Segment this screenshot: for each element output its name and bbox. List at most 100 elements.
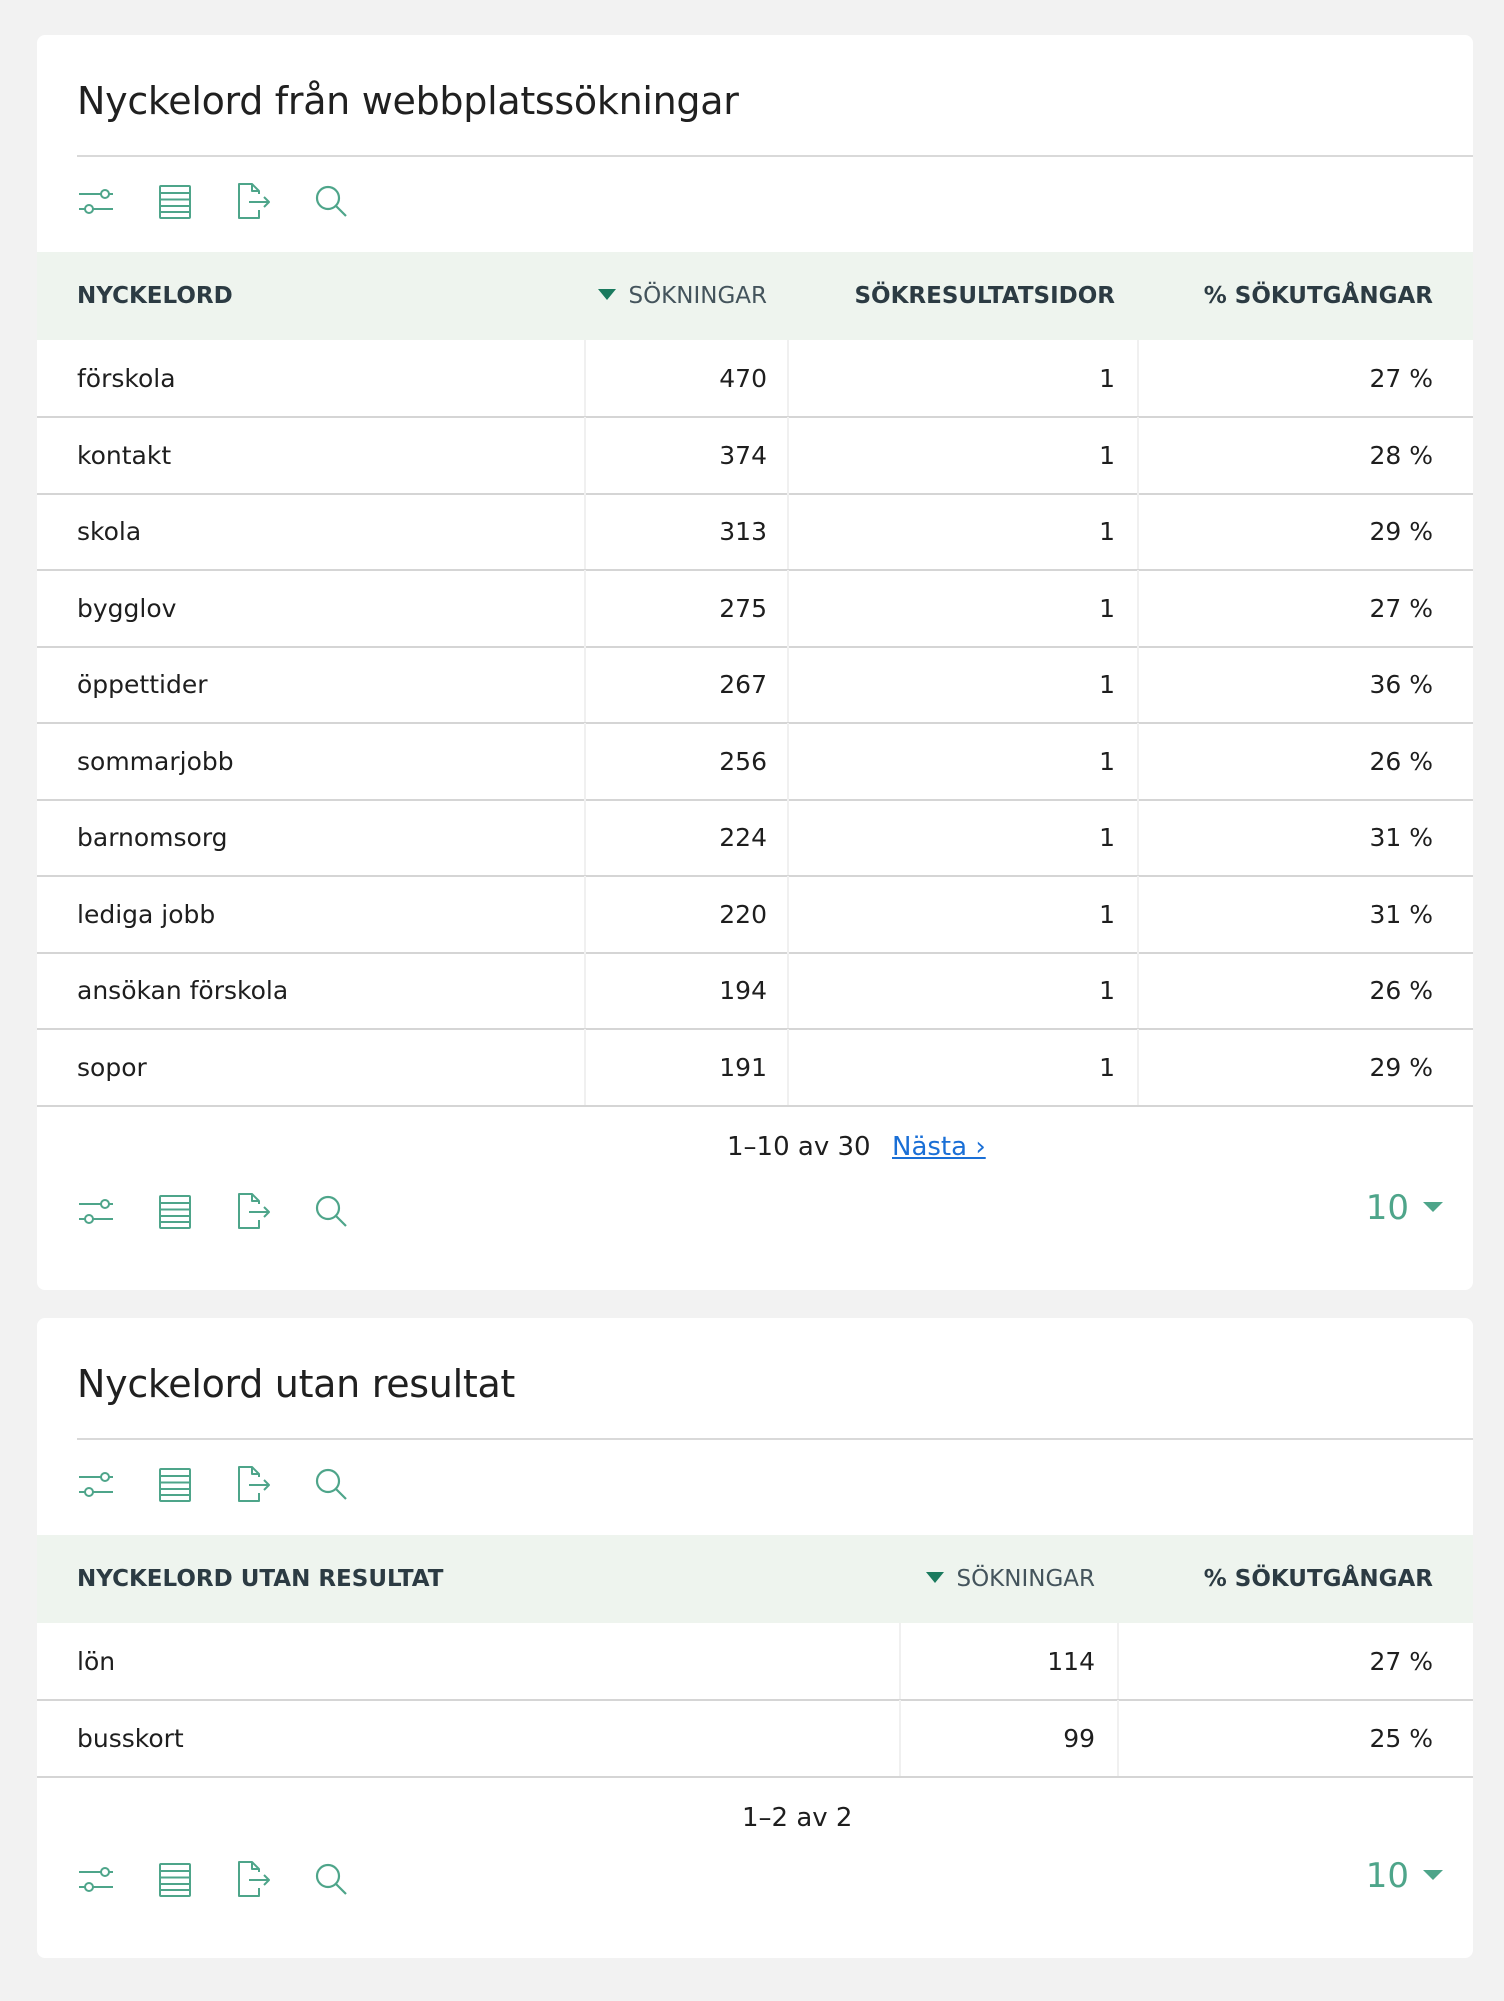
- cell-exit-rate: 29 %: [1369, 517, 1433, 546]
- table-row: sommarjobb 256 1 26 %: [37, 722, 1473, 801]
- column-separator: [1137, 875, 1139, 952]
- table-view-icon[interactable]: [153, 1463, 197, 1507]
- cell-keyword: lön: [77, 1647, 116, 1676]
- rows-per-page-select[interactable]: 10: [1366, 1188, 1443, 1228]
- panel-title: Nyckelord utan resultat: [77, 1362, 516, 1406]
- cell-keyword: busskort: [77, 1723, 184, 1753]
- cell-keyword: ansökan förskola: [77, 976, 289, 1005]
- rows-per-page-value: 10: [1365, 1188, 1409, 1228]
- column-separator: [1137, 646, 1139, 722]
- column-separator: [584, 340, 586, 416]
- column-separator: [584, 569, 586, 646]
- cell-result-pages: 1: [1099, 593, 1115, 623]
- cell-result-pages: 1: [1099, 746, 1115, 776]
- cell-searches: 220: [719, 899, 767, 929]
- column-header-searches[interactable]: SÖKNINGAR: [598, 252, 767, 340]
- table-row: kontakt 374 1 28 %: [37, 416, 1473, 495]
- cell-searches: 374: [719, 440, 767, 470]
- cell-searches: 194: [719, 976, 767, 1005]
- cell-result-pages: 1: [1099, 899, 1115, 929]
- column-separator: [787, 646, 789, 722]
- export-icon[interactable]: [231, 1858, 275, 1902]
- pagination-info: 1–10 av 30: [727, 1132, 871, 1162]
- table-row: bygglov 275 1 27 %: [37, 569, 1473, 648]
- table-row: ansökan förskola 194 1 26 %: [37, 952, 1473, 1030]
- cell-searches: 470: [719, 364, 767, 393]
- bottom-toolbar: [75, 1190, 387, 1234]
- column-separator: [787, 722, 789, 799]
- export-icon[interactable]: [231, 180, 275, 224]
- cell-exit-rate: 29 %: [1369, 1052, 1433, 1082]
- cell-result-pages: 1: [1099, 1052, 1115, 1082]
- cell-exit-rate: 25 %: [1369, 1723, 1433, 1753]
- column-separator: [787, 952, 789, 1028]
- cell-exit-rate: 28 %: [1369, 440, 1433, 470]
- column-separator: [1137, 722, 1139, 799]
- column-separator: [899, 1623, 901, 1699]
- column-separator: [899, 1699, 901, 1776]
- table-row: barnomsorg 224 1 31 %: [37, 799, 1473, 877]
- column-separator: [584, 646, 586, 722]
- column-separator: [584, 1028, 586, 1105]
- sort-desc-icon: [598, 289, 617, 300]
- column-header-searches[interactable]: SÖKNINGAR: [926, 1535, 1095, 1623]
- table-view-icon[interactable]: [153, 180, 197, 224]
- search-icon[interactable]: [309, 1463, 353, 1507]
- cell-result-pages: 1: [1099, 517, 1115, 546]
- column-header-searches-label: SÖKNINGAR: [956, 1566, 1095, 1592]
- filter-sliders-icon[interactable]: [75, 1858, 119, 1902]
- column-separator: [787, 799, 789, 875]
- table-row: förskola 470 1 27 %: [37, 340, 1473, 418]
- column-separator: [584, 952, 586, 1028]
- cell-searches: 191: [719, 1052, 767, 1082]
- filter-sliders-icon[interactable]: [75, 1190, 119, 1234]
- table-view-icon[interactable]: [153, 1858, 197, 1902]
- cell-keyword: förskola: [77, 364, 176, 393]
- table-view-icon[interactable]: [153, 1190, 197, 1234]
- chevron-down-icon: [1423, 1201, 1443, 1212]
- cell-exit-rate: 27 %: [1369, 593, 1433, 623]
- top-toolbar: [75, 180, 387, 224]
- column-separator: [584, 416, 586, 493]
- search-icon[interactable]: [309, 1190, 353, 1234]
- cell-exit-rate: 27 %: [1369, 364, 1433, 393]
- column-header-keyword[interactable]: NYCKELORD: [77, 252, 233, 340]
- column-separator: [1137, 569, 1139, 646]
- column-header-exit-rate[interactable]: % SÖKUTGÅNGAR: [1204, 1535, 1433, 1623]
- rows-per-page-select[interactable]: 10: [1366, 1856, 1443, 1896]
- search-icon[interactable]: [309, 1858, 353, 1902]
- cell-result-pages: 1: [1099, 364, 1115, 393]
- bottom-toolbar: [75, 1858, 387, 1902]
- column-separator: [787, 340, 789, 416]
- cell-keyword: skola: [77, 517, 142, 546]
- column-header-searches-label: SÖKNINGAR: [628, 283, 767, 309]
- title-divider: [77, 155, 1473, 157]
- search-icon[interactable]: [309, 180, 353, 224]
- column-header-result-pages[interactable]: SÖKRESULTATSIDOR: [854, 252, 1115, 340]
- export-icon[interactable]: [231, 1190, 275, 1234]
- next-page-link[interactable]: Nästa ›: [892, 1132, 986, 1162]
- column-separator: [584, 493, 586, 569]
- export-icon[interactable]: [231, 1463, 275, 1507]
- cell-searches: 224: [719, 823, 767, 852]
- cell-keyword: kontakt: [77, 440, 172, 470]
- column-separator: [1137, 493, 1139, 569]
- filter-sliders-icon[interactable]: [75, 180, 119, 224]
- column-header-exit-rate[interactable]: % SÖKUTGÅNGAR: [1204, 252, 1433, 340]
- column-separator: [1137, 799, 1139, 875]
- column-separator: [787, 875, 789, 952]
- table-row: lediga jobb 220 1 31 %: [37, 875, 1473, 954]
- column-separator: [584, 875, 586, 952]
- column-header-keyword-no-result[interactable]: NYCKELORD UTAN RESULTAT: [77, 1535, 443, 1623]
- panel-title: Nyckelord från webbplatssökningar: [77, 79, 739, 123]
- filter-sliders-icon[interactable]: [75, 1463, 119, 1507]
- cell-keyword: sommarjobb: [77, 746, 234, 776]
- table-row: öppettider 267 1 36 %: [37, 646, 1473, 724]
- column-separator: [1137, 1028, 1139, 1105]
- column-separator: [584, 799, 586, 875]
- cell-result-pages: 1: [1099, 976, 1115, 1005]
- cell-searches: 256: [719, 746, 767, 776]
- column-separator: [787, 1028, 789, 1105]
- cell-exit-rate: 26 %: [1369, 976, 1433, 1005]
- column-separator: [1117, 1699, 1119, 1776]
